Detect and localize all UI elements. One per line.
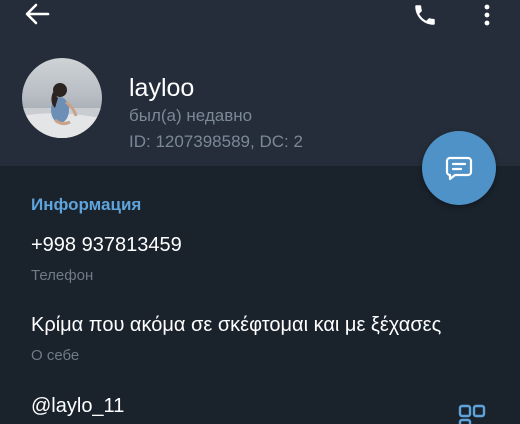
more-button[interactable] xyxy=(474,0,500,30)
send-message-button[interactable] xyxy=(422,131,496,205)
user-id-line: ID: 1207398589, DC: 2 xyxy=(129,132,303,151)
qr-code-icon xyxy=(458,404,486,424)
call-button[interactable] xyxy=(408,0,442,30)
phone-label: Телефон xyxy=(31,267,94,284)
qr-code-button[interactable] xyxy=(458,404,486,424)
info-section-title: Информация xyxy=(31,195,142,214)
bio-label: О себе xyxy=(31,347,80,364)
phone-icon xyxy=(415,5,435,25)
profile-name: layloo xyxy=(129,74,195,102)
avatar[interactable] xyxy=(22,58,102,138)
back-button[interactable] xyxy=(20,0,54,28)
message-icon xyxy=(445,156,473,181)
last-seen-status: был(а) недавно xyxy=(129,106,253,125)
avatar-photo xyxy=(22,58,102,138)
bio-value[interactable]: Κρίμα που ακόμα σε σκέφτομαι και με ξέχα… xyxy=(31,314,441,337)
phone-value[interactable]: +998 937813459 xyxy=(31,234,182,257)
profile-screen: layloo был(а) недавно ID: 1207398589, DC… xyxy=(0,0,520,424)
more-vertical-icon xyxy=(484,4,490,26)
username-value[interactable]: @laylo_11 xyxy=(31,395,124,418)
arrow-left-icon xyxy=(25,3,50,25)
